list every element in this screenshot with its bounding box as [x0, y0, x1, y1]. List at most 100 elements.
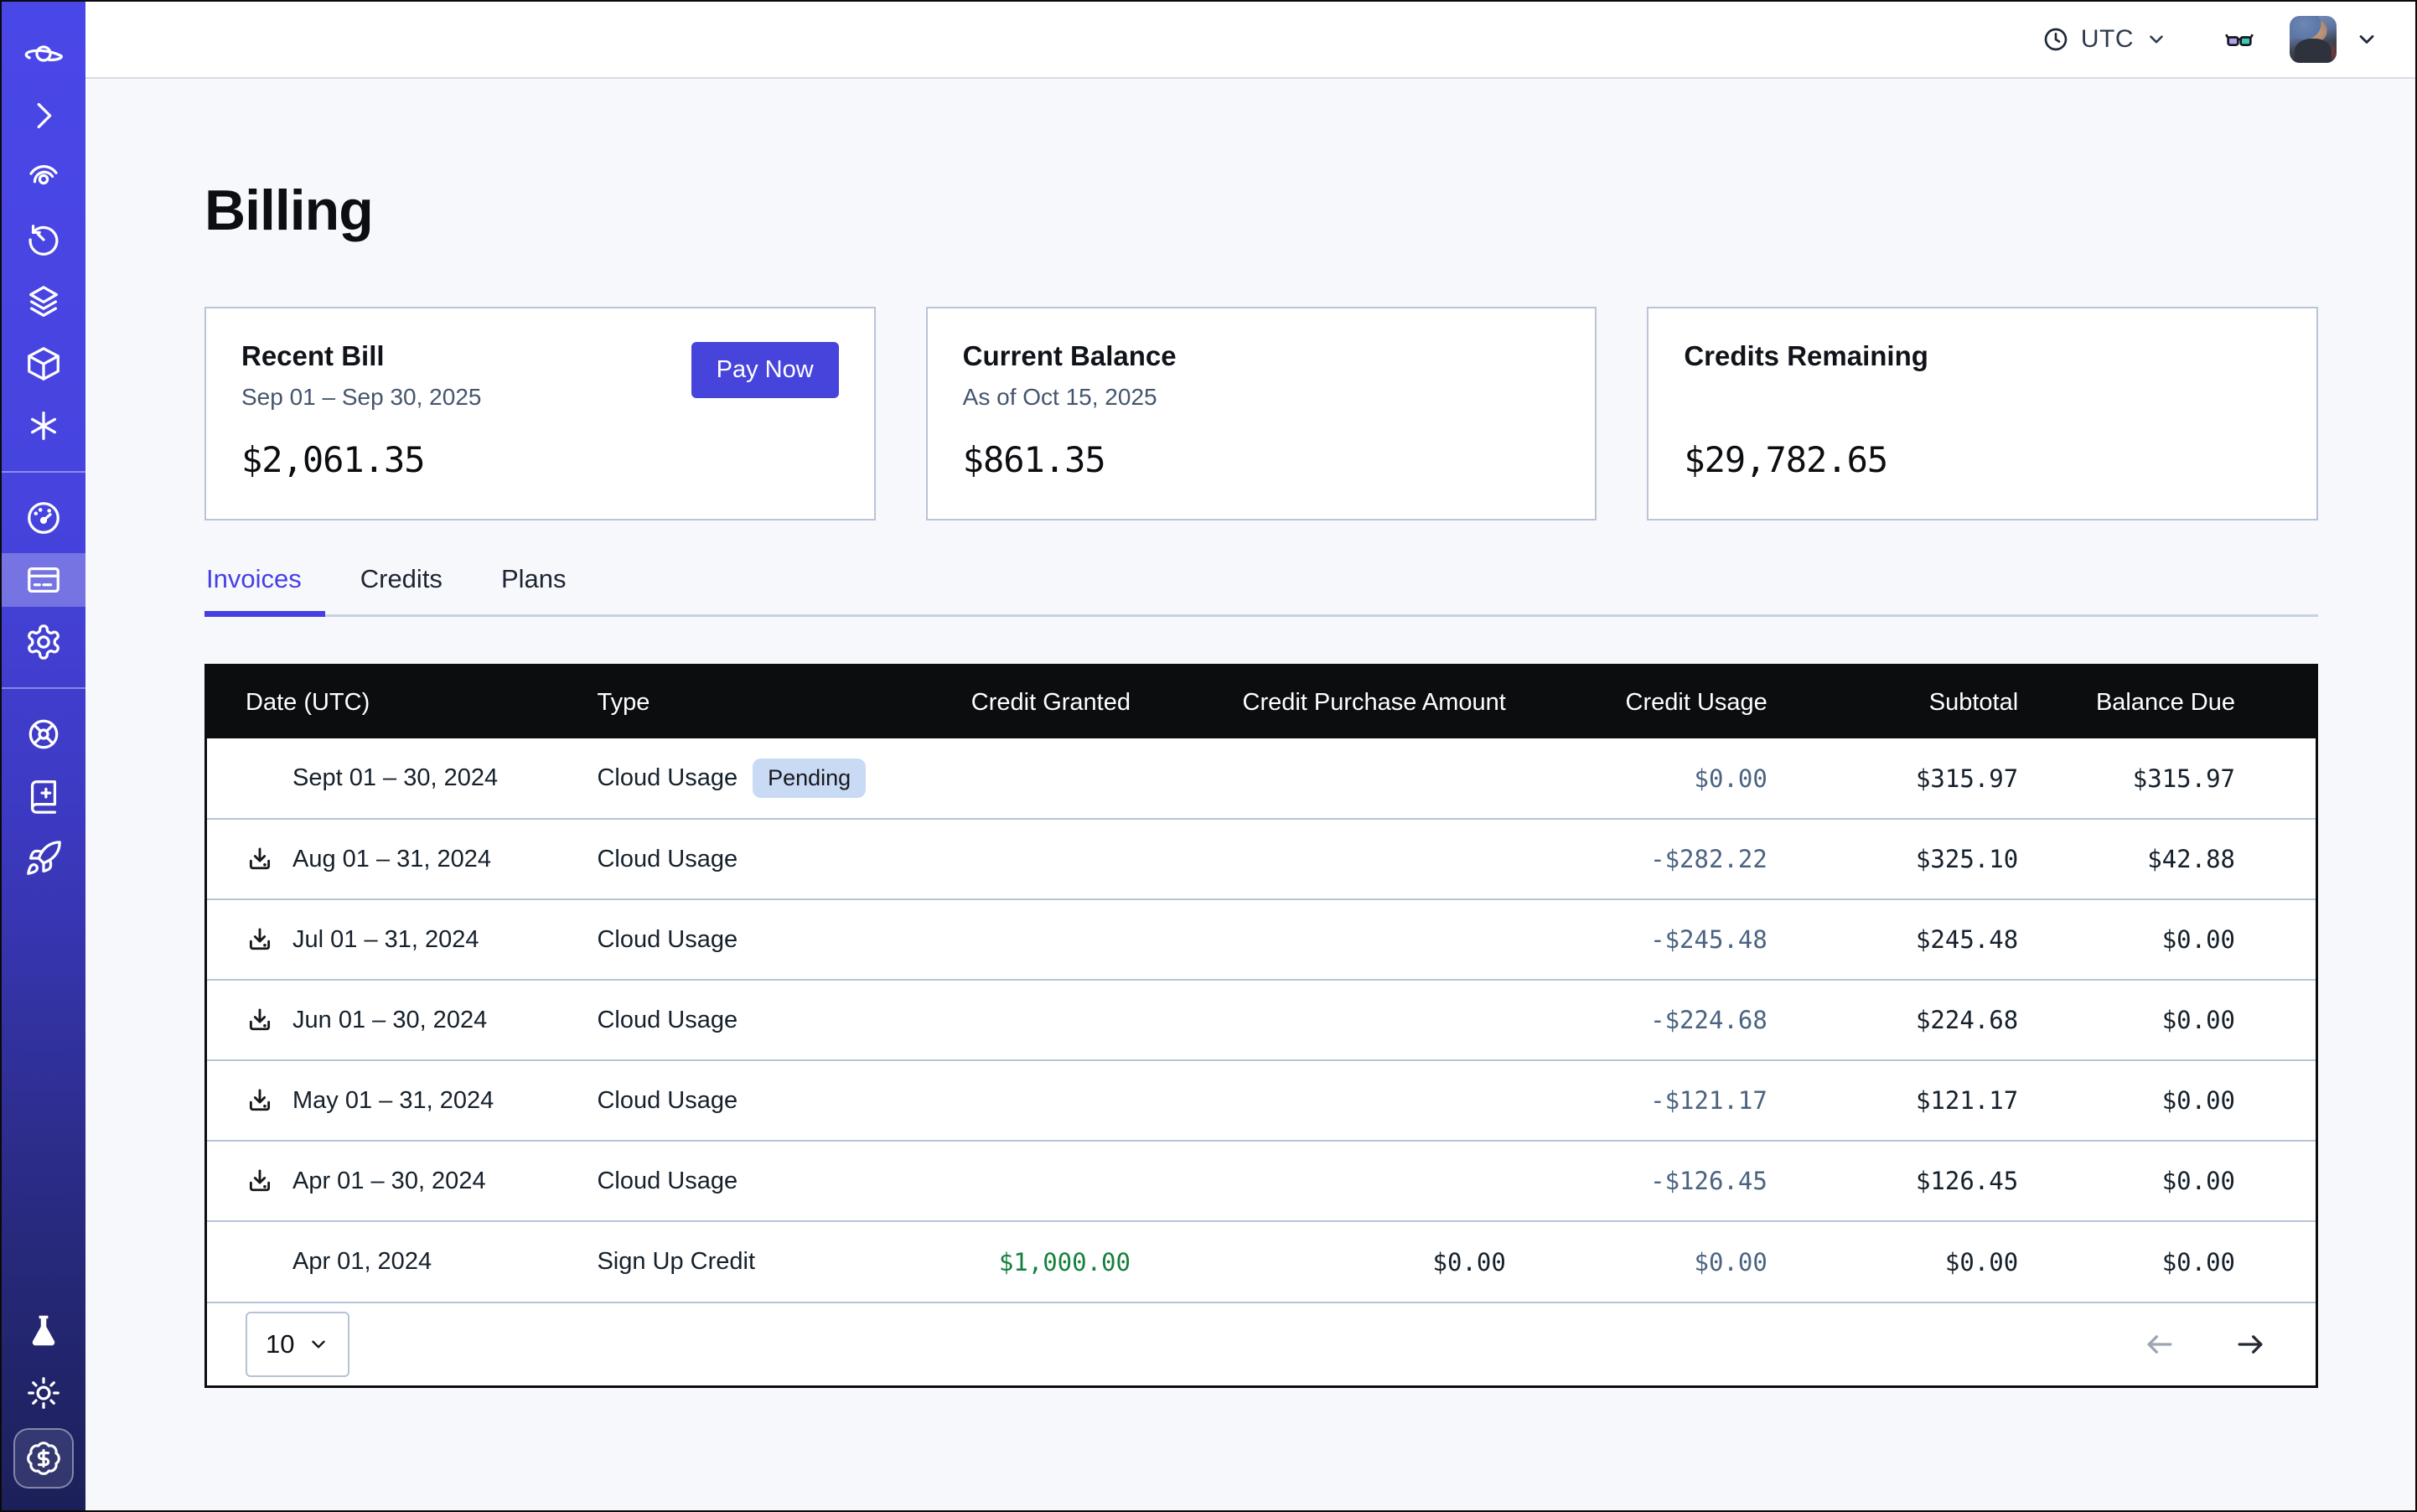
sidebar-item-rocket[interactable]	[2, 831, 85, 885]
download-invoice-button[interactable]	[246, 1006, 274, 1034]
user-avatar[interactable]	[2290, 16, 2337, 63]
sidebar-item-gauge[interactable]	[2, 491, 85, 545]
invoice-row: Aug 01 – 31, 2024Cloud Usage-$282.22$325…	[207, 819, 2316, 899]
balance-due-cell: $315.97	[2018, 738, 2316, 819]
column-header: Date (UTC)	[207, 666, 597, 738]
current-balance-amount: $861.35	[963, 439, 1560, 480]
billing-card-icon	[24, 561, 63, 599]
current-balance-card: Current Balance As of Oct 15, 2025 $861.…	[926, 307, 1597, 520]
card-title: Current Balance	[963, 340, 1560, 372]
download-invoice-button[interactable]	[246, 925, 274, 954]
credit-granted-cell	[882, 738, 1131, 819]
sidebar-item-planet-logo[interactable]	[2, 27, 85, 80]
download-invoice-button[interactable]	[246, 1086, 274, 1115]
credit-purchase-amount-cell	[1131, 738, 1506, 819]
rocket-icon	[24, 839, 63, 878]
credit-purchase-amount-cell	[1131, 1141, 1506, 1221]
layers-icon	[24, 282, 63, 321]
invoice-row: Jul 01 – 31, 2024Cloud Usage-$245.48$245…	[207, 899, 2316, 980]
sidebar-item-dollar-badge[interactable]	[13, 1428, 74, 1489]
recent-bill-amount: $2,061.35	[241, 439, 839, 480]
download-placeholder	[246, 1248, 274, 1276]
spiral-eye-icon	[24, 158, 63, 197]
invoice-type-cell: Cloud Usage	[597, 980, 882, 1060]
sidebar-item-billing-card[interactable]	[2, 553, 85, 607]
invoice-date-cell: Jul 01 – 31, 2024	[207, 899, 597, 980]
download-invoice-button[interactable]	[246, 845, 274, 873]
invoice-date: Jul 01 – 31, 2024	[292, 926, 479, 954]
credit-purchase-amount-cell: $0.00	[1131, 1221, 1506, 1302]
pay-now-button[interactable]: Pay Now	[691, 342, 839, 398]
sidebar-item-spiral-eye[interactable]	[2, 151, 85, 205]
flask-icon	[24, 1312, 63, 1350]
download-icon	[246, 1086, 274, 1115]
credit-usage-cell: -$282.22	[1506, 819, 1767, 899]
invoice-type-cell: Cloud Usage	[597, 899, 882, 980]
sidebar-item-timer[interactable]	[2, 213, 85, 267]
glasses-icon[interactable]	[2223, 23, 2256, 56]
download-placeholder	[246, 764, 274, 793]
credit-granted-cell	[882, 899, 1131, 980]
timezone-label: UTC	[2081, 25, 2134, 54]
invoice-type-cell: Cloud Usage	[597, 1141, 882, 1221]
page-size-value: 10	[266, 1329, 294, 1359]
account-menu-chevron-icon[interactable]	[2355, 28, 2378, 51]
sidebar-item-gear[interactable]	[2, 615, 85, 669]
invoice-date: Aug 01 – 31, 2024	[292, 846, 491, 873]
invoice-row: Apr 01, 2024Sign Up Credit$1,000.00$0.00…	[207, 1221, 2316, 1302]
credit-usage-cell: -$245.48	[1506, 899, 1767, 980]
timezone-selector[interactable]: UTC	[2042, 25, 2167, 54]
invoice-date-cell: Apr 01 – 30, 2024	[207, 1141, 597, 1221]
sidebar-item-asterisk[interactable]	[2, 399, 85, 453]
download-icon	[246, 845, 274, 873]
card-title: Credits Remaining	[1684, 340, 2281, 372]
download-icon	[246, 925, 274, 954]
credit-purchase-amount-cell	[1131, 819, 1506, 899]
download-invoice-button[interactable]	[246, 1167, 274, 1195]
balance-due-cell: $0.00	[2018, 1221, 2316, 1302]
column-header: Balance Due	[2018, 666, 2316, 738]
tab-credits[interactable]: Credits	[352, 564, 451, 614]
card-subtitle: As of Oct 15, 2025	[963, 384, 1560, 412]
invoice-row: May 01 – 31, 2024Cloud Usage-$121.17$121…	[207, 1060, 2316, 1141]
sidebar-item-flask[interactable]	[2, 1304, 85, 1358]
app-viewport: UTC Billing Recent	[0, 0, 2417, 1512]
column-header: Credit Usage	[1506, 666, 1767, 738]
column-header: Type	[597, 666, 882, 738]
credit-purchase-amount-cell	[1131, 1060, 1506, 1141]
sidebar-item-book-plus[interactable]	[2, 769, 85, 823]
column-header: Subtotal	[1767, 666, 2018, 738]
invoice-row: Sept 01 – 30, 2024Cloud UsagePending$0.0…	[207, 738, 2316, 819]
sidebar-item-ship-wheel[interactable]	[2, 707, 85, 761]
timer-icon	[24, 220, 63, 259]
balance-due-cell: $0.00	[2018, 1141, 2316, 1221]
sidebar-item-cube[interactable]	[2, 337, 85, 391]
credit-granted-cell	[882, 980, 1131, 1060]
gauge-icon	[24, 499, 63, 537]
invoice-date-cell: Sept 01 – 30, 2024	[207, 738, 597, 819]
invoice-type: Cloud Usage	[597, 846, 738, 873]
invoice-type: Cloud Usage	[597, 926, 738, 954]
page-size-select[interactable]: 10	[246, 1312, 349, 1377]
sidebar-item-sun[interactable]	[2, 1366, 85, 1420]
credit-usage-cell: $0.00	[1506, 738, 1767, 819]
column-header: Credit Purchase Amount	[1131, 666, 1506, 738]
sidebar	[2, 2, 85, 1510]
page-title: Billing	[204, 178, 2318, 243]
invoice-type: Cloud Usage	[597, 1087, 738, 1115]
credit-usage-cell: -$121.17	[1506, 1060, 1767, 1141]
invoice-date: Jun 01 – 30, 2024	[292, 1007, 487, 1034]
sidebar-item-layers[interactable]	[2, 275, 85, 329]
sidebar-item-chevron-right[interactable]	[2, 89, 85, 142]
ship-wheel-icon	[24, 715, 63, 753]
balance-due-cell: $42.88	[2018, 819, 2316, 899]
tab-plans[interactable]: Plans	[493, 564, 575, 614]
previous-page-button[interactable]	[2141, 1326, 2178, 1363]
next-page-button[interactable]	[2232, 1326, 2269, 1363]
gear-icon	[24, 623, 63, 661]
chevron-right-icon	[24, 96, 63, 135]
tab-invoices[interactable]: Invoices	[204, 564, 310, 614]
credit-granted-cell	[882, 1141, 1131, 1221]
cube-icon	[24, 344, 63, 383]
invoice-type: Cloud Usage	[597, 1007, 738, 1034]
